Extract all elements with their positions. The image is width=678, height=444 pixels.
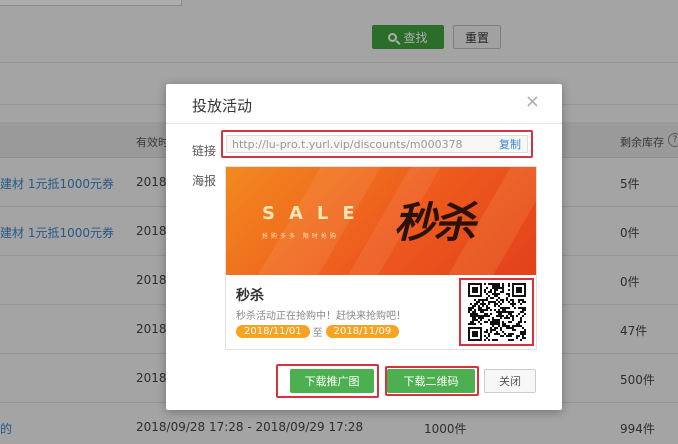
poster-subtitle: 秒杀活动正在抢购中！赶快来抢购吧！ <box>236 311 406 322</box>
close-icon[interactable]: × <box>525 93 540 111</box>
link-field-highlight: http://lu-pro.t.yurl.vip/discounts/m0003… <box>221 130 533 158</box>
link-label: 链接 <box>192 144 217 158</box>
download-poster-button[interactable]: 下载推广图 <box>290 369 374 393</box>
sale-text: SALE <box>262 203 369 224</box>
flash-sale-art: 秒杀 <box>394 198 476 247</box>
date-separator: 至 <box>312 328 323 339</box>
modal-header: 投放活动 × <box>166 84 562 124</box>
modal-actions: 下载推广图 下载二维码 关闭 <box>166 364 562 400</box>
qr-code-icon <box>467 283 526 341</box>
poster-preview: SALE 抢购多多 限时抢购 秒杀 秒杀 秒杀活动正在抢购中！赶快来抢购吧！ 2… <box>225 166 537 350</box>
end-date: 2018/11/09 <box>325 325 400 338</box>
link-field[interactable]: http://lu-pro.t.yurl.vip/discounts/m0003… <box>226 135 528 153</box>
link-value: http://lu-pro.t.yurl.vip/discounts/m0003… <box>232 137 463 151</box>
poster-banner: SALE 抢购多多 限时抢购 秒杀 <box>226 167 536 275</box>
modal-title: 投放活动 <box>192 97 253 115</box>
campaign-modal: 投放活动 × 链接 http://lu-pro.t.yurl.vip/disco… <box>166 84 562 410</box>
start-date: 2018/11/01 <box>236 325 310 338</box>
sale-subtext: 抢购多多 限时抢购 <box>262 233 339 240</box>
close-button[interactable]: 关闭 <box>484 369 536 393</box>
qr-code-highlight <box>459 278 534 346</box>
date-range: 2018/11/01 至 2018/11/09 <box>236 324 400 339</box>
poster-title: 秒杀 <box>236 288 264 304</box>
poster-label: 海报 <box>192 174 217 188</box>
download-qr-button[interactable]: 下载二维码 <box>387 369 475 393</box>
copy-link-button[interactable]: 复制 <box>499 136 521 152</box>
